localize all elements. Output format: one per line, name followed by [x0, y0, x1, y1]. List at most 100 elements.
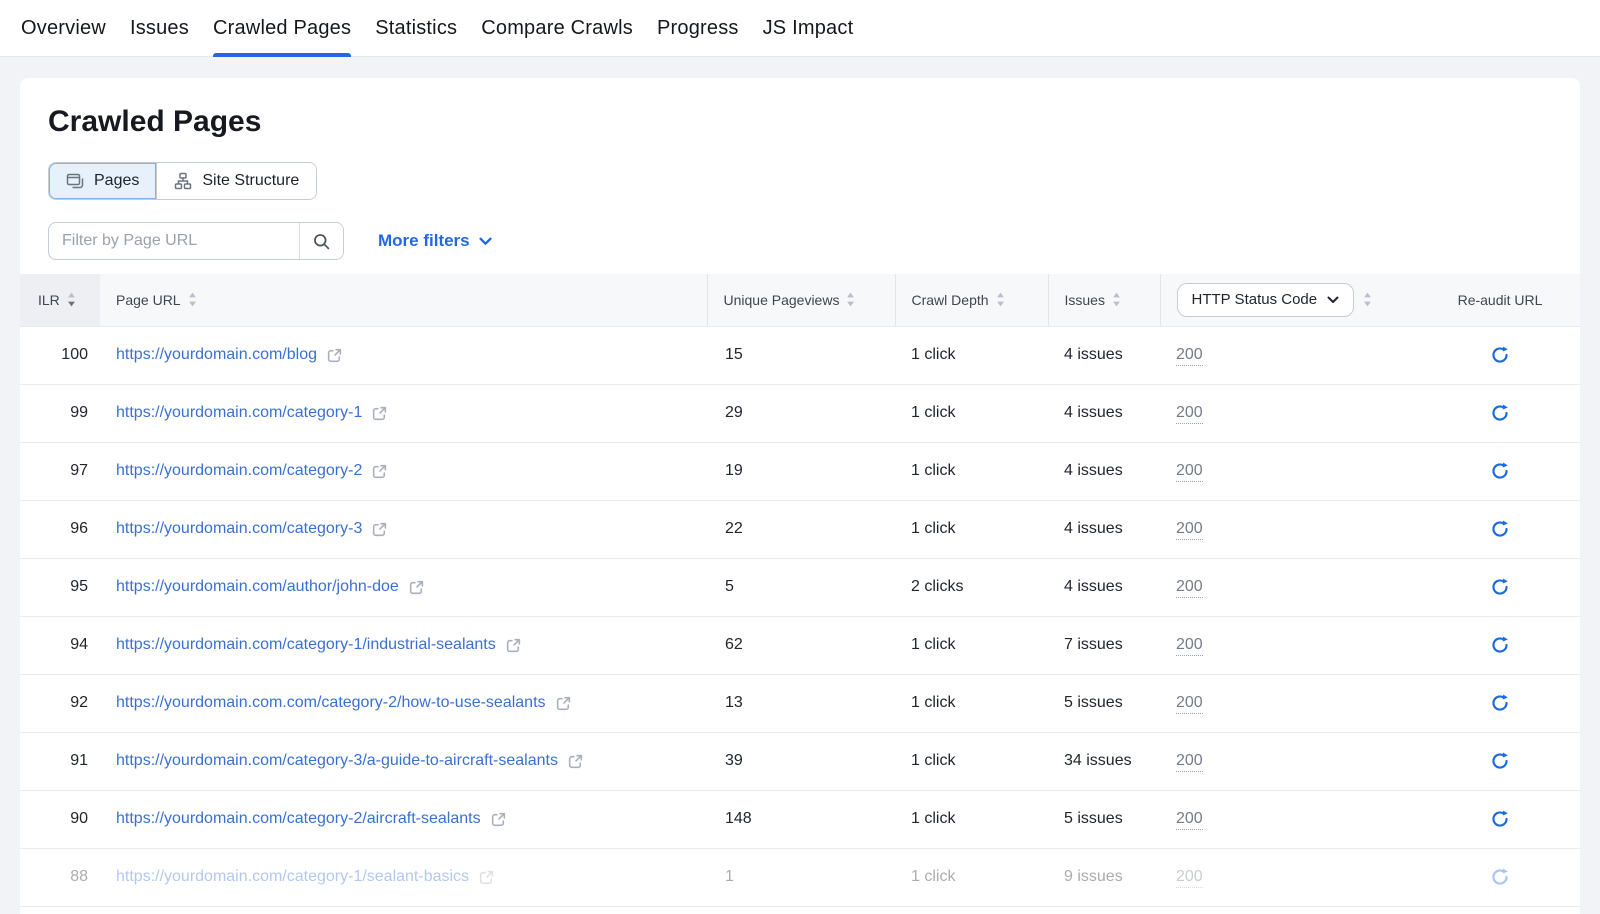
unique-pageviews-cell: 13: [707, 674, 895, 732]
external-link-icon[interactable]: [326, 347, 343, 364]
sort-icon[interactable]: [1362, 291, 1373, 308]
external-link-icon[interactable]: [478, 869, 495, 886]
re-audit-button[interactable]: [1486, 573, 1514, 601]
tab-overview[interactable]: Overview: [21, 0, 106, 56]
top-navigation: Overview Issues Crawled Pages Statistics…: [0, 0, 1600, 57]
external-link-icon[interactable]: [555, 695, 572, 712]
table-row: 100 https://yourdomain.com/blog 15 1 cli…: [20, 326, 1580, 384]
tab-statistics[interactable]: Statistics: [375, 0, 457, 56]
crawl-depth-cell: 1 click: [895, 848, 1048, 906]
http-status-value[interactable]: 200: [1176, 752, 1203, 772]
column-header-issues[interactable]: Issues: [1048, 274, 1160, 326]
external-link-icon[interactable]: [505, 637, 522, 654]
re-audit-button[interactable]: [1486, 631, 1514, 659]
column-header-page-url[interactable]: Page URL: [100, 274, 707, 326]
column-header-crawl-depth[interactable]: Crawl Depth: [895, 274, 1048, 326]
http-status-cell: 200: [1160, 558, 1420, 616]
page-url-link[interactable]: https://yourdomain.com/category-2/aircra…: [116, 810, 481, 828]
external-link-icon[interactable]: [567, 753, 584, 770]
refresh-icon: [1490, 635, 1510, 655]
ilr-cell: 95: [20, 558, 100, 616]
crawl-depth-cell: 1 click: [895, 732, 1048, 790]
http-status-cell: 200: [1160, 326, 1420, 384]
page-url-cell: https://yourdomain.com/category-1/indust…: [100, 616, 707, 674]
more-filters-button[interactable]: More filters: [378, 231, 492, 251]
page-url-cell: https://yourdomain.com/author/john-doe: [100, 558, 707, 616]
ilr-cell: 91: [20, 732, 100, 790]
page-url-link[interactable]: https://yourdomain.com/category-3: [116, 520, 362, 538]
http-status-value[interactable]: 200: [1176, 346, 1203, 366]
http-status-cell: 200: [1160, 442, 1420, 500]
tab-crawled-pages[interactable]: Crawled Pages: [213, 0, 351, 56]
external-link-icon[interactable]: [490, 811, 507, 828]
tab-progress[interactable]: Progress: [657, 0, 739, 56]
ilr-cell: 92: [20, 674, 100, 732]
view-toggle: Pages Site Structure: [48, 162, 317, 200]
page-url-cell: https://yourdomain.com.com/category-2/ho…: [100, 674, 707, 732]
refresh-icon: [1490, 461, 1510, 481]
column-header-unique-pageviews[interactable]: Unique Pageviews: [707, 274, 895, 326]
http-status-value[interactable]: 200: [1176, 462, 1203, 482]
re-audit-cell: [1420, 674, 1580, 732]
issues-cell: 4 issues: [1048, 384, 1160, 442]
re-audit-button[interactable]: [1486, 399, 1514, 427]
site-structure-view-button[interactable]: Site Structure: [156, 163, 316, 199]
re-audit-button[interactable]: [1486, 689, 1514, 717]
re-audit-url-column-label: Re-audit URL: [1458, 292, 1543, 308]
pages-view-button[interactable]: Pages: [49, 163, 156, 199]
http-status-value[interactable]: 200: [1176, 868, 1203, 888]
column-header-ilr[interactable]: ILR: [20, 274, 100, 326]
unique-pageviews-cell: 5: [707, 558, 895, 616]
http-status-code-dropdown[interactable]: HTTP Status Code: [1177, 283, 1355, 317]
table-row: 92 https://yourdomain.com.com/category-2…: [20, 674, 1580, 732]
http-status-value[interactable]: 200: [1176, 578, 1203, 598]
crawled-pages-card: Crawled Pages Pages Site Str: [20, 78, 1580, 914]
re-audit-button[interactable]: [1486, 515, 1514, 543]
crawl-depth-cell: 1 click: [895, 442, 1048, 500]
http-status-value[interactable]: 200: [1176, 810, 1203, 830]
http-status-value[interactable]: 200: [1176, 404, 1203, 424]
http-status-value[interactable]: 200: [1176, 520, 1203, 540]
crawled-pages-table: ILR Page URL U: [20, 274, 1580, 907]
page-url-link[interactable]: https://yourdomain.com/category-1: [116, 404, 362, 422]
table-row: 94 https://yourdomain.com/category-1/ind…: [20, 616, 1580, 674]
page-url-link[interactable]: https://yourdomain.com.com/category-2/ho…: [116, 694, 546, 712]
tab-js-impact[interactable]: JS Impact: [763, 0, 854, 56]
tab-issues[interactable]: Issues: [130, 0, 189, 56]
page-url-link[interactable]: https://yourdomain.com/category-1/indust…: [116, 636, 496, 654]
re-audit-button[interactable]: [1486, 457, 1514, 485]
site-structure-label: Site Structure: [202, 172, 299, 190]
re-audit-button[interactable]: [1486, 805, 1514, 833]
ilr-column-label: ILR: [38, 292, 60, 308]
crawl-depth-cell: 1 click: [895, 790, 1048, 848]
unique-pageviews-cell: 1: [707, 848, 895, 906]
http-status-value[interactable]: 200: [1176, 636, 1203, 656]
re-audit-button[interactable]: [1486, 341, 1514, 369]
page-url-link[interactable]: https://yourdomain.com/category-1/sealan…: [116, 868, 469, 886]
page-url-filter-input[interactable]: [49, 223, 299, 259]
page-url-link[interactable]: https://yourdomain.com/category-2: [116, 462, 362, 480]
table-row: 90 https://yourdomain.com/category-2/air…: [20, 790, 1580, 848]
page-title: Crawled Pages: [20, 78, 1580, 139]
re-audit-cell: [1420, 616, 1580, 674]
ilr-cell: 100: [20, 326, 100, 384]
external-link-icon[interactable]: [408, 579, 425, 596]
external-link-icon[interactable]: [371, 521, 388, 538]
external-link-icon[interactable]: [371, 405, 388, 422]
tab-compare-crawls[interactable]: Compare Crawls: [481, 0, 633, 56]
search-button[interactable]: [299, 223, 343, 259]
page-url-cell: https://yourdomain.com/category-1/sealan…: [100, 848, 707, 906]
re-audit-button[interactable]: [1486, 747, 1514, 775]
issues-column-label: Issues: [1065, 292, 1105, 308]
unique-pageviews-cell: 29: [707, 384, 895, 442]
page-url-link[interactable]: https://yourdomain.com/author/john-doe: [116, 578, 399, 596]
chevron-down-icon: [1327, 296, 1339, 304]
page-url-link[interactable]: https://yourdomain.com/blog: [116, 346, 317, 364]
page-url-link[interactable]: https://yourdomain.com/category-3/a-guid…: [116, 752, 558, 770]
re-audit-button[interactable]: [1486, 863, 1514, 891]
page-url-cell: https://yourdomain.com/category-2/aircra…: [100, 790, 707, 848]
sort-icon: [995, 291, 1006, 308]
http-status-value[interactable]: 200: [1176, 694, 1203, 714]
http-status-cell: 200: [1160, 790, 1420, 848]
external-link-icon[interactable]: [371, 463, 388, 480]
